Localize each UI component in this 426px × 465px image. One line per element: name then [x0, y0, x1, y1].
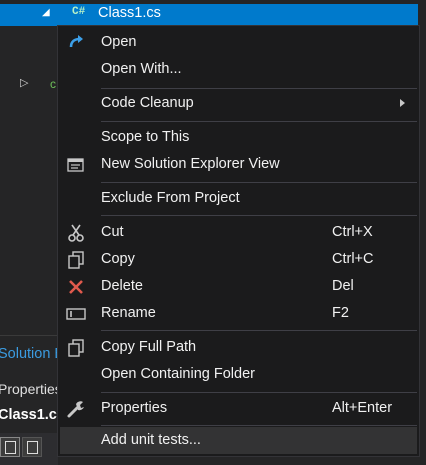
shortcut-label: Alt+Enter — [332, 400, 393, 416]
submenu-arrow-icon — [400, 99, 405, 107]
tree-row-selected[interactable] — [0, 4, 418, 26]
menu-item-label: Properties — [101, 400, 168, 416]
menu-item-new-solution-explorer-view[interactable]: New Solution Explorer View — [58, 151, 419, 178]
menu-item-label: Rename — [101, 305, 156, 321]
menu-item-exclude-from-project[interactable]: Exclude From Project — [58, 185, 419, 212]
copy-path-icon — [68, 339, 84, 357]
menu-item-scope-to-this[interactable]: Scope to This — [58, 124, 419, 151]
menu-item-label: Delete — [101, 278, 143, 294]
menu-separator — [101, 392, 417, 393]
tab-solution-explorer[interactable]: Solution E — [0, 346, 64, 362]
expand-arrow-icon[interactable]: ◢ — [42, 7, 50, 18]
menu-item-label: Code Cleanup — [101, 95, 194, 111]
menu-item-label: Open — [101, 34, 137, 50]
scissors-icon — [68, 224, 84, 242]
menu-item-label: Scope to This — [101, 129, 190, 145]
menu-separator — [101, 88, 417, 89]
menu-item-properties[interactable]: Properties Alt+Enter — [58, 395, 419, 422]
shortcut-label: F2 — [332, 305, 349, 321]
menu-item-delete[interactable]: Delete Del — [58, 273, 419, 300]
properties-object-label: Class1.cs — [0, 407, 65, 423]
menu-item-label: Open Containing Folder — [101, 366, 255, 382]
context-menu: Open Open With... Code Cleanup Scope to … — [57, 25, 420, 457]
menu-item-add-unit-tests[interactable]: Add unit tests... — [60, 427, 417, 454]
shortcut-label: Del — [332, 278, 354, 294]
copy-icon — [68, 251, 84, 269]
collapse-arrow-icon[interactable]: ▷ — [20, 76, 28, 89]
panel-divider — [0, 335, 58, 336]
delete-x-icon — [69, 280, 83, 294]
menu-item-code-cleanup[interactable]: Code Cleanup — [58, 90, 419, 117]
new-view-icon — [67, 158, 84, 172]
project-reference-icon: c — [50, 77, 56, 91]
menu-separator — [101, 330, 417, 331]
menu-separator — [101, 121, 417, 122]
shortcut-label: Ctrl+C — [332, 251, 374, 267]
menu-separator — [101, 215, 417, 216]
categorized-view-button[interactable] — [0, 437, 20, 457]
menu-item-cut[interactable]: Cut Ctrl+X — [58, 219, 419, 246]
menu-item-label: New Solution Explorer View — [101, 156, 280, 172]
menu-item-copy-full-path[interactable]: Copy Full Path — [58, 334, 419, 361]
tree-item-label[interactable]: Class1.cs — [98, 5, 161, 21]
csharp-file-icon: C# — [72, 6, 86, 18]
menu-item-copy[interactable]: Copy Ctrl+C — [58, 246, 419, 273]
menu-separator — [101, 182, 417, 183]
menu-item-label: Add unit tests... — [101, 432, 201, 448]
menu-item-label: Copy Full Path — [101, 339, 197, 355]
menu-item-open-with[interactable]: Open With... — [58, 56, 419, 83]
open-arrow-icon — [69, 35, 83, 48]
menu-item-label: Exclude From Project — [101, 190, 240, 206]
rename-icon — [66, 308, 86, 320]
menu-item-open[interactable]: Open — [58, 29, 419, 56]
menu-item-rename[interactable]: Rename F2 — [58, 300, 419, 327]
wrench-icon — [67, 401, 84, 418]
menu-item-label: Open With... — [101, 61, 182, 77]
menu-item-open-containing-folder[interactable]: Open Containing Folder — [58, 361, 419, 388]
menu-item-label: Copy — [101, 251, 135, 267]
menu-separator — [101, 425, 417, 426]
property-pages-button[interactable] — [22, 437, 42, 457]
properties-panel-title: Properties — [0, 381, 62, 397]
menu-item-label: Cut — [101, 224, 124, 240]
shortcut-label: Ctrl+X — [332, 224, 373, 240]
